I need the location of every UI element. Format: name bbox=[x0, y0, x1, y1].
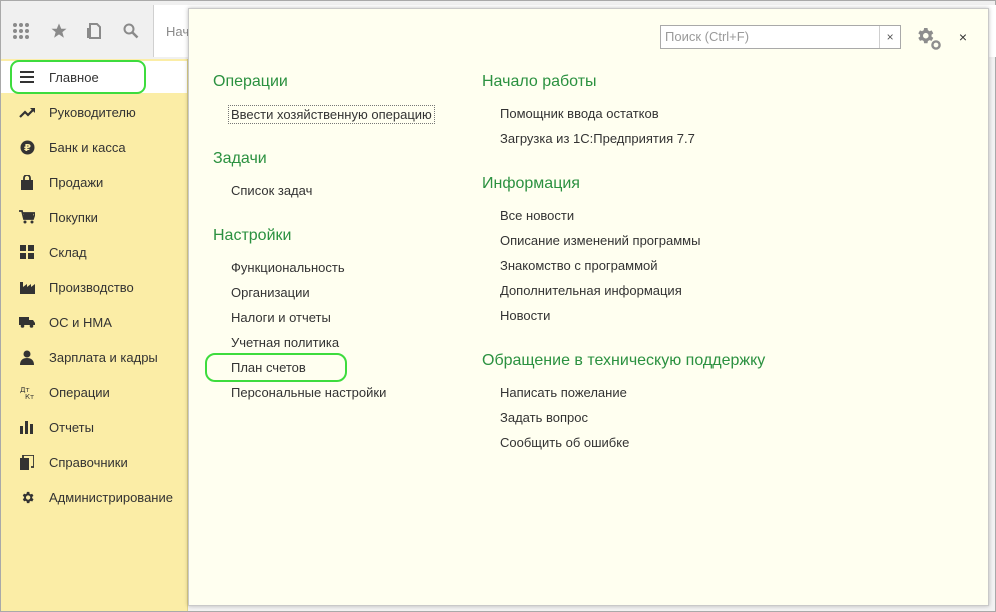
gear-icon bbox=[19, 489, 35, 505]
main-section-panel: × × Операции Ввести хозяйственную операц… bbox=[188, 8, 989, 606]
sidebar-item-label: Зарплата и кадры bbox=[49, 349, 158, 365]
warehouse-icon bbox=[19, 244, 35, 260]
shopping-bag-icon bbox=[19, 174, 35, 190]
tab-start[interactable]: Нач bbox=[154, 5, 189, 57]
sidebar-item-label: Операции bbox=[49, 384, 110, 400]
section-title-information: Информация bbox=[482, 175, 580, 192]
debit-credit-icon: Дт Кт bbox=[19, 384, 35, 400]
link-import-1c77[interactable]: Загрузка из 1С:Предприятия 7.7 bbox=[500, 131, 695, 146]
svg-text:Кт: Кт bbox=[25, 393, 34, 400]
search-input[interactable] bbox=[661, 26, 880, 46]
person-icon bbox=[19, 349, 35, 365]
ruble-coin-icon: ₽ bbox=[19, 139, 35, 155]
link-task-list[interactable]: Список задач bbox=[231, 183, 312, 198]
apps-grid-icon[interactable] bbox=[7, 5, 35, 57]
factory-icon bbox=[19, 279, 35, 295]
close-icon[interactable]: × bbox=[954, 28, 972, 46]
sidebar-item-label: Покупки bbox=[49, 209, 98, 225]
sidebar-item-reports[interactable]: Отчеты bbox=[1, 411, 187, 443]
highlight-chart-of-accounts-outline bbox=[205, 353, 347, 382]
sidebar-item-label: Производство bbox=[49, 279, 134, 295]
bar-chart-icon bbox=[19, 419, 35, 435]
trend-icon bbox=[19, 104, 35, 120]
sidebar-item-label: Справочники bbox=[49, 454, 128, 470]
link-organizations[interactable]: Организации bbox=[231, 285, 310, 300]
sidebar-item-sales[interactable]: Продажи bbox=[1, 166, 187, 198]
cart-icon bbox=[19, 209, 35, 225]
link-personal-settings[interactable]: Персональные настройки bbox=[231, 385, 386, 400]
history-icon[interactable] bbox=[81, 5, 109, 57]
sidebar-item-operations[interactable]: Дт Кт Операции bbox=[1, 376, 187, 408]
search-box: × bbox=[660, 25, 901, 49]
section-title-settings: Настройки bbox=[213, 227, 292, 244]
sidebar-item-manager[interactable]: Руководителю bbox=[1, 96, 187, 128]
link-accounting-policy[interactable]: Учетная политика bbox=[231, 335, 339, 350]
section-title-support: Обращение в техническую поддержку bbox=[482, 352, 766, 369]
star-icon[interactable] bbox=[45, 5, 73, 57]
link-balance-wizard[interactable]: Помощник ввода остатков bbox=[500, 106, 659, 121]
sidebar-item-admin[interactable]: Администрирование bbox=[1, 481, 187, 513]
link-enter-operation[interactable]: Ввести хозяйственную операцию bbox=[228, 105, 435, 124]
link-all-news[interactable]: Все новости bbox=[500, 208, 574, 223]
search-icon[interactable] bbox=[117, 5, 145, 57]
sections-sidebar: Главное Руководителю ₽ Банк и касса Прод… bbox=[1, 59, 188, 611]
sidebar-item-label: Руководителю bbox=[49, 104, 136, 120]
books-icon bbox=[19, 454, 35, 470]
sidebar-item-label: Администрирование bbox=[49, 489, 173, 505]
truck-icon bbox=[19, 314, 35, 330]
sidebar-item-warehouse[interactable]: Склад bbox=[1, 236, 187, 268]
sidebar-item-bank[interactable]: ₽ Банк и касса bbox=[1, 131, 187, 163]
highlight-main-outline bbox=[10, 60, 146, 94]
svg-text:₽: ₽ bbox=[24, 143, 31, 154]
search-clear-button[interactable]: × bbox=[879, 26, 900, 48]
section-title-operations: Операции bbox=[213, 73, 288, 90]
link-write-wish[interactable]: Написать пожелание bbox=[500, 385, 627, 400]
link-changes-description[interactable]: Описание изменений программы bbox=[500, 233, 700, 248]
sidebar-item-assets[interactable]: ОС и НМА bbox=[1, 306, 187, 338]
panel-settings-gear-icon[interactable] bbox=[914, 25, 942, 51]
link-news[interactable]: Новости bbox=[500, 308, 550, 323]
sidebar-item-production[interactable]: Производство bbox=[1, 271, 187, 303]
link-program-intro[interactable]: Знакомство с программой bbox=[500, 258, 658, 273]
link-ask-question[interactable]: Задать вопрос bbox=[500, 410, 588, 425]
sidebar-item-salary[interactable]: Зарплата и кадры bbox=[1, 341, 187, 373]
sidebar-item-label: Продажи bbox=[49, 174, 104, 190]
sidebar-item-label: ОС и НМА bbox=[49, 314, 112, 330]
link-taxes-reports[interactable]: Налоги и отчеты bbox=[231, 310, 331, 325]
sidebar-item-label: Отчеты bbox=[49, 419, 94, 435]
sidebar-item-purchases[interactable]: Покупки bbox=[1, 201, 187, 233]
sidebar-item-label: Склад bbox=[49, 244, 87, 260]
link-report-error[interactable]: Сообщить об ошибке bbox=[500, 435, 629, 450]
section-title-tasks: Задачи bbox=[213, 150, 267, 167]
sidebar-item-label: Банк и касса bbox=[49, 139, 126, 155]
section-title-getting-started: Начало работы bbox=[482, 73, 597, 90]
link-functionality[interactable]: Функциональность bbox=[231, 260, 345, 275]
tab-start-label: Нач bbox=[166, 23, 190, 39]
sidebar-item-references[interactable]: Справочники bbox=[1, 446, 187, 478]
link-additional-info[interactable]: Дополнительная информация bbox=[500, 283, 682, 298]
